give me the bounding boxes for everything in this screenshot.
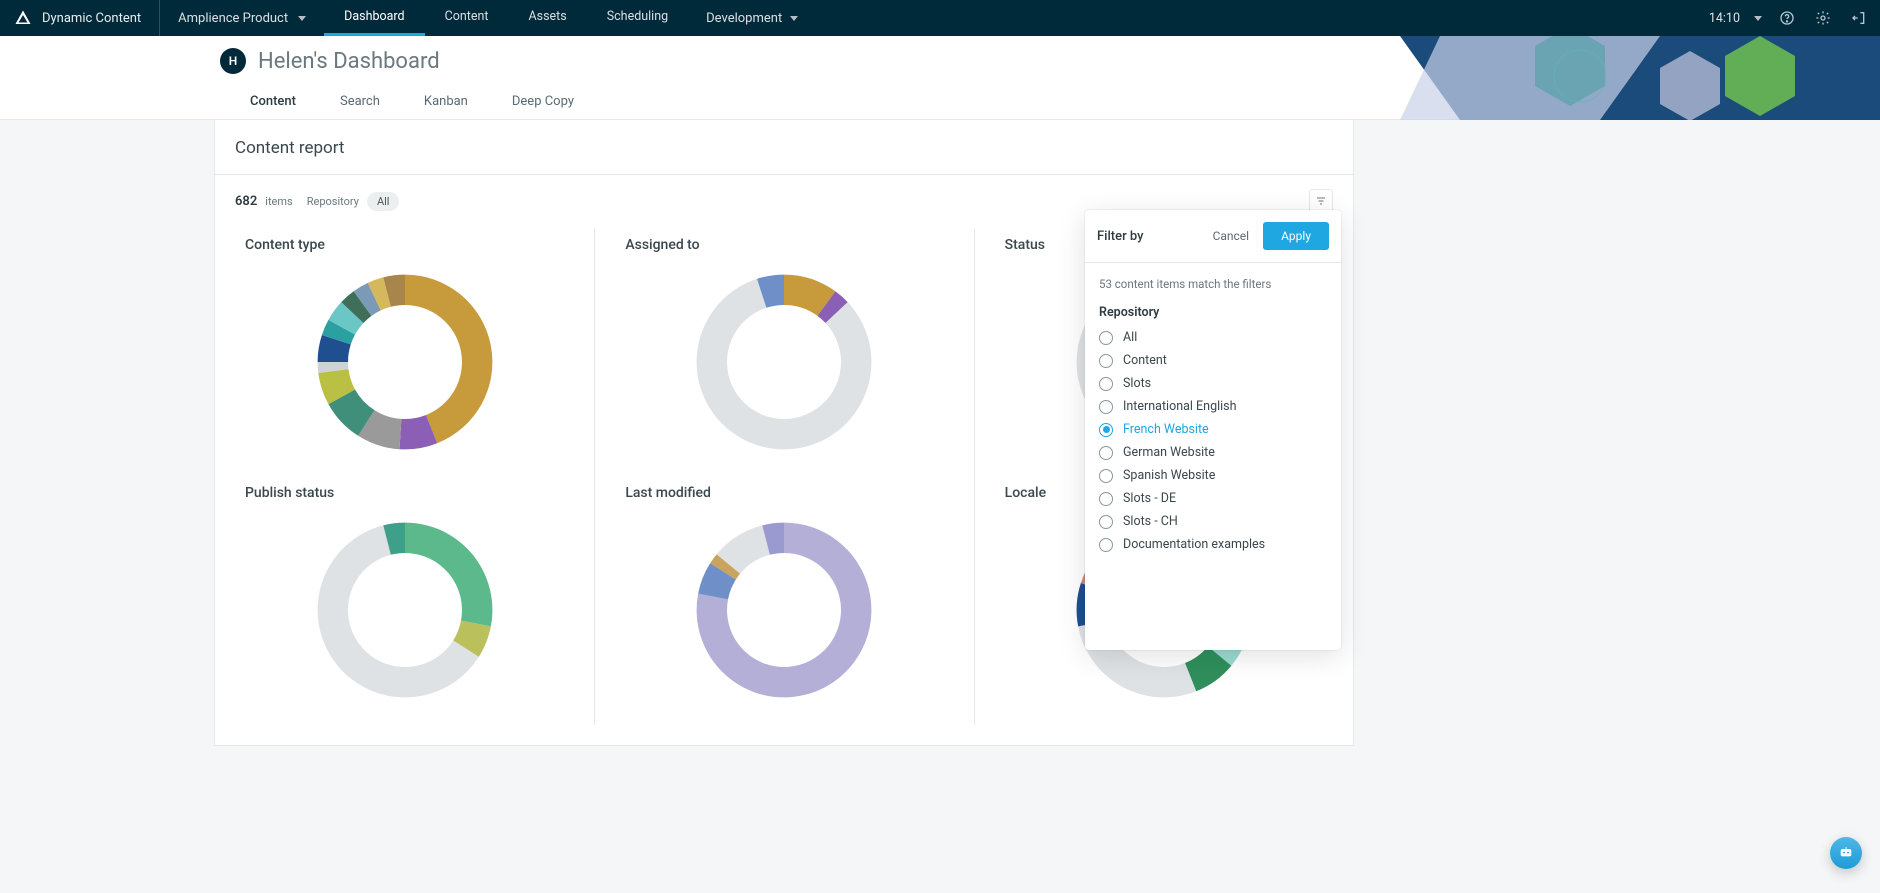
chevron-down-icon xyxy=(790,16,798,21)
nav-dashboard[interactable]: Dashboard xyxy=(324,0,424,36)
help-icon[interactable] xyxy=(1776,7,1798,29)
filter-option-label: All xyxy=(1123,330,1137,345)
chevron-down-icon xyxy=(298,16,306,21)
filter-option[interactable]: Spanish Website xyxy=(1099,468,1327,483)
logout-icon[interactable] xyxy=(1848,7,1870,29)
filter-option[interactable]: Slots - CH xyxy=(1099,514,1327,529)
filter-cancel-button[interactable]: Cancel xyxy=(1207,225,1256,247)
filter-option-label: German Website xyxy=(1123,445,1215,460)
environment-label: Development xyxy=(706,11,782,26)
chart-title: Last modified xyxy=(613,481,955,511)
filter-option-label: Slots - CH xyxy=(1123,514,1178,529)
hub-switcher[interactable]: Amplience Product xyxy=(160,0,324,36)
radio-icon xyxy=(1099,400,1113,414)
tab-deep-copy[interactable]: Deep Copy xyxy=(490,84,596,124)
tab-search[interactable]: Search xyxy=(318,84,402,124)
gear-icon[interactable] xyxy=(1812,7,1834,29)
filter-options: All Content Slots International English Fren… xyxy=(1085,330,1341,568)
repository-pill[interactable]: All xyxy=(367,192,400,211)
item-count-label: items xyxy=(265,195,292,208)
chart-content-type: Content type xyxy=(215,229,594,477)
filter-option[interactable]: Slots xyxy=(1099,376,1327,391)
filter-option-label: Documentation examples xyxy=(1123,537,1265,552)
filter-option[interactable]: All xyxy=(1099,330,1327,345)
header-decoration xyxy=(1400,36,1880,120)
chart-last-modified: Last modified xyxy=(594,477,973,725)
tab-kanban[interactable]: Kanban xyxy=(402,84,490,124)
avatar: H xyxy=(220,48,246,74)
topbar: Dynamic Content Amplience Product Dashbo… xyxy=(0,0,1880,36)
filter-option-label: Content xyxy=(1123,353,1167,368)
item-count: 682 xyxy=(235,194,257,209)
page-title: Helen's Dashboard xyxy=(258,49,440,74)
dashboard-tabs: Content Search Kanban Deep Copy xyxy=(214,84,1354,124)
nav-assets[interactable]: Assets xyxy=(508,0,586,36)
chevron-down-icon[interactable] xyxy=(1754,16,1762,21)
environment-switcher[interactable]: Development xyxy=(688,0,816,36)
product-name: Dynamic Content xyxy=(42,11,141,26)
filter-option-label: Spanish Website xyxy=(1123,468,1215,483)
primary-nav: Dashboard Content Assets Scheduling xyxy=(324,0,688,36)
filter-option[interactable]: International English xyxy=(1099,399,1327,414)
filter-apply-button[interactable]: Apply xyxy=(1263,222,1329,250)
radio-icon xyxy=(1099,538,1113,552)
radio-icon xyxy=(1099,423,1113,437)
hub-label: Amplience Product xyxy=(178,11,288,26)
content-report-card: Content report 682 items Repository All … xyxy=(214,120,1354,746)
logo-icon xyxy=(14,9,32,27)
filter-option[interactable]: Content xyxy=(1099,353,1327,368)
nav-scheduling[interactable]: Scheduling xyxy=(587,0,688,36)
filter-title: Filter by xyxy=(1097,229,1144,244)
filter-option-label: Slots xyxy=(1123,376,1151,391)
nav-content[interactable]: Content xyxy=(425,0,509,36)
chart-title: Assigned to xyxy=(613,233,955,263)
clock: 14:10 xyxy=(1709,11,1740,26)
topbar-right: 14:10 xyxy=(1699,0,1880,36)
page-header: H Helen's Dashboard Content Search Kanba… xyxy=(0,36,1880,120)
product-identity: Dynamic Content xyxy=(0,0,160,36)
radio-icon xyxy=(1099,377,1113,391)
filter-option-label: International English xyxy=(1123,399,1237,414)
report-title: Content report xyxy=(215,120,1353,175)
chart-assigned-to: Assigned to xyxy=(594,229,973,477)
filter-option[interactable]: Slots - DE xyxy=(1099,491,1327,506)
radio-icon xyxy=(1099,446,1113,460)
filter-option-label: French Website xyxy=(1123,422,1209,437)
filter-option-label: Slots - DE xyxy=(1123,491,1176,506)
chart-title: Content type xyxy=(233,233,576,263)
filter-section-title: Repository xyxy=(1085,297,1341,330)
filter-option[interactable]: German Website xyxy=(1099,445,1327,460)
chart-publish-status: Publish status xyxy=(215,477,594,725)
chat-button[interactable] xyxy=(1830,837,1862,869)
filter-option[interactable]: Documentation examples xyxy=(1099,537,1327,552)
tab-content[interactable]: Content xyxy=(228,84,318,124)
radio-icon xyxy=(1099,515,1113,529)
radio-icon xyxy=(1099,331,1113,345)
filter-match-text: 53 content items match the filters xyxy=(1085,263,1341,297)
chart-title: Publish status xyxy=(233,481,576,511)
filter-option[interactable]: French Website xyxy=(1099,422,1327,437)
repository-label: Repository xyxy=(307,195,359,208)
radio-icon xyxy=(1099,354,1113,368)
filter-panel: Filter by Cancel Apply 53 content items … xyxy=(1085,210,1341,650)
radio-icon xyxy=(1099,492,1113,506)
radio-icon xyxy=(1099,469,1113,483)
